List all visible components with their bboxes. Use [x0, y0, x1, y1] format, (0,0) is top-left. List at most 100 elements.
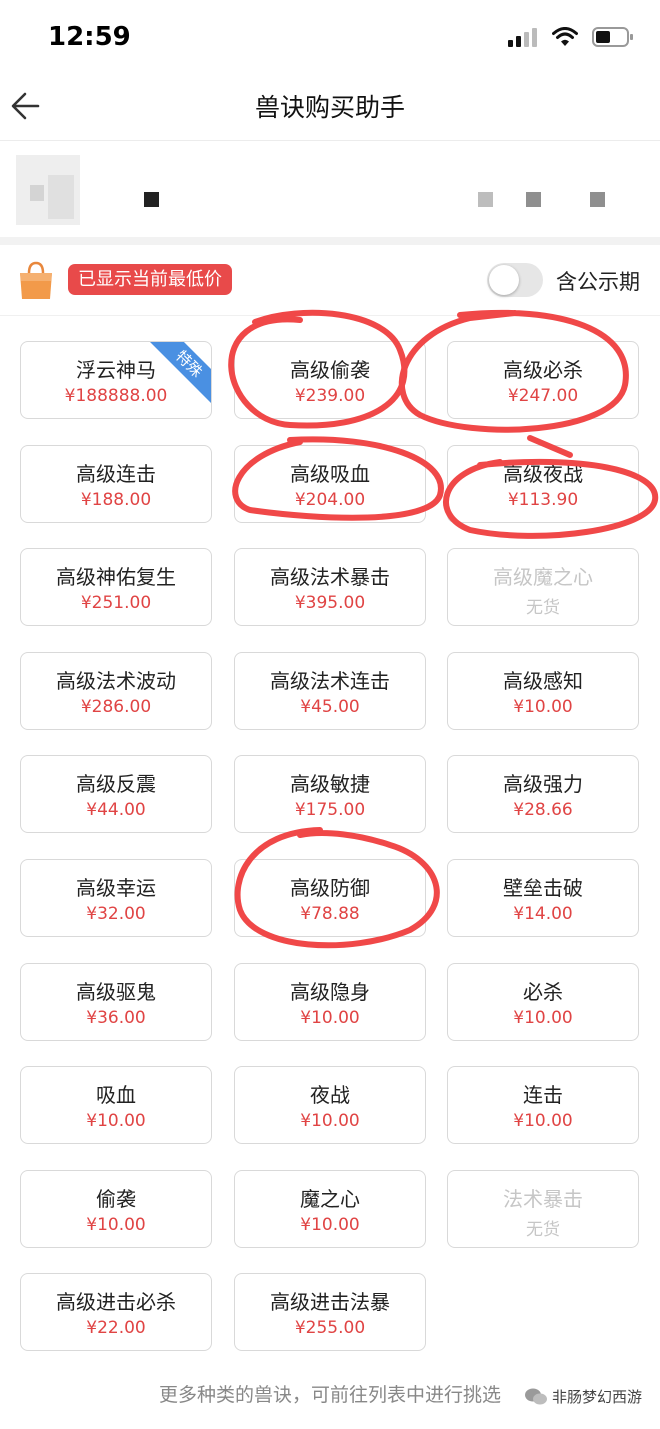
- skill-book-name: 高级必杀: [503, 358, 583, 382]
- skill-book-price: ¥78.88: [300, 904, 360, 924]
- skill-book-name: 高级强力: [503, 772, 583, 796]
- skill-book-card[interactable]: 高级强力 ¥28.66: [447, 755, 639, 833]
- skill-book-name: 高级隐身: [290, 980, 370, 1004]
- public-period-label: 含公示期: [556, 270, 640, 294]
- skill-book-card[interactable]: 魔之心 ¥10.00: [234, 1170, 426, 1248]
- skill-book-name: 夜战: [310, 1083, 350, 1107]
- skill-book-card[interactable]: 高级隐身 ¥10.00: [234, 963, 426, 1041]
- skill-book-price: ¥10.00: [86, 1111, 146, 1131]
- skill-book-card[interactable]: 高级法术连击 ¥45.00: [234, 652, 426, 730]
- skill-book-price: ¥22.00: [86, 1318, 146, 1338]
- status-icons: [508, 26, 634, 48]
- skill-book-name: 高级进击法暴: [270, 1290, 390, 1314]
- user-info-strip: [0, 141, 660, 237]
- skill-book-price: ¥204.00: [294, 490, 366, 510]
- skill-book-price: ¥10.00: [513, 1008, 573, 1028]
- skill-book-price: 无货: [526, 598, 560, 618]
- watermark-text: 非肠梦幻西游: [551, 1388, 642, 1406]
- skill-book-name: 魔之心: [300, 1187, 360, 1211]
- skill-book-card[interactable]: 高级敏捷 ¥175.00: [234, 755, 426, 833]
- skill-book-card[interactable]: 高级防御 ¥78.88: [234, 859, 426, 937]
- skill-book-price: ¥14.00: [513, 904, 573, 924]
- skill-book-name: 高级驱鬼: [76, 980, 156, 1004]
- public-period-toggle[interactable]: [487, 263, 543, 297]
- skill-book-price: ¥10.00: [300, 1215, 360, 1235]
- page-title: 兽诀购买助手: [254, 93, 405, 122]
- skill-book-name: 高级敏捷: [290, 772, 370, 796]
- skill-book-card[interactable]: 高级连击 ¥188.00: [20, 445, 212, 523]
- skill-book-name: 高级感知: [503, 669, 583, 693]
- status-time: 12:59: [48, 22, 131, 52]
- skill-book-card[interactable]: 必杀 ¥10.00: [447, 963, 639, 1041]
- skill-book-name: 高级神佑复生: [56, 565, 176, 589]
- skill-book-price: ¥286.00: [80, 697, 152, 717]
- skill-book-name: 法术暴击: [503, 1187, 583, 1211]
- avatar: [16, 155, 80, 225]
- skill-book-price: ¥44.00: [86, 800, 146, 820]
- skill-book-name: 高级夜战: [503, 462, 583, 486]
- skill-book-price: ¥10.00: [300, 1111, 360, 1131]
- skill-book-name: 必杀: [523, 980, 563, 1004]
- skill-book-price: 无货: [526, 1220, 560, 1240]
- skill-book-name: 壁垒击破: [503, 876, 583, 900]
- skill-book-card[interactable]: 高级魔之心 无货: [447, 548, 639, 626]
- skill-book-price: ¥113.90: [507, 490, 579, 510]
- skill-book-name: 连击: [523, 1083, 563, 1107]
- info-row: 已显示当前最低价 含公示期: [0, 247, 660, 316]
- toggle-knob: [489, 265, 519, 295]
- skill-book-card[interactable]: 高级夜战 ¥113.90: [447, 445, 639, 523]
- skill-book-card[interactable]: 高级神佑复生 ¥251.00: [20, 548, 212, 626]
- skill-book-price: ¥10.00: [513, 1111, 573, 1131]
- skill-book-card[interactable]: 法术暴击 无货: [447, 1170, 639, 1248]
- skill-book-card[interactable]: 壁垒击破 ¥14.00: [447, 859, 639, 937]
- skill-book-card[interactable]: 高级法术波动 ¥286.00: [20, 652, 212, 730]
- skill-book-card[interactable]: 高级进击必杀 ¥22.00: [20, 1273, 212, 1351]
- skill-book-name: 高级连击: [76, 462, 156, 486]
- skill-book-price: ¥175.00: [294, 800, 366, 820]
- status-bar: 12:59: [0, 0, 660, 78]
- skill-book-price: ¥10.00: [300, 1008, 360, 1028]
- skill-book-name: 高级法术波动: [56, 669, 176, 693]
- skill-book-price: ¥255.00: [294, 1318, 366, 1338]
- skill-book-price: ¥395.00: [294, 593, 366, 613]
- nav-bar: 兽诀购买助手: [0, 78, 660, 141]
- skill-book-price: ¥32.00: [86, 904, 146, 924]
- skill-book-price: ¥247.00: [507, 386, 579, 406]
- skill-book-price: ¥251.00: [80, 593, 152, 613]
- skill-book-card[interactable]: 高级偷袭 ¥239.00: [234, 341, 426, 419]
- skill-book-name: 高级法术连击: [270, 669, 390, 693]
- battery-icon: [592, 27, 633, 47]
- skill-book-name: 吸血: [96, 1083, 136, 1107]
- skill-book-card[interactable]: 连击 ¥10.00: [447, 1066, 639, 1144]
- skill-book-card[interactable]: 高级吸血 ¥204.00: [234, 445, 426, 523]
- skill-book-card[interactable]: 浮云神马 ¥188888.00 特殊: [20, 341, 212, 419]
- redacted-block: [144, 192, 159, 207]
- redacted-block: [590, 192, 605, 207]
- watermark: 非肠梦幻西游: [524, 1386, 642, 1407]
- skill-book-price: ¥10.00: [513, 697, 573, 717]
- skill-book-card[interactable]: 高级法术暴击 ¥395.00: [234, 548, 426, 626]
- skill-book-name: 偷袭: [96, 1187, 136, 1211]
- skill-book-card[interactable]: 高级驱鬼 ¥36.00: [20, 963, 212, 1041]
- skill-book-card[interactable]: 吸血 ¥10.00: [20, 1066, 212, 1144]
- skill-book-price: ¥45.00: [300, 697, 360, 717]
- skill-book-card[interactable]: 高级进击法暴 ¥255.00: [234, 1273, 426, 1351]
- wifi-icon: [552, 27, 578, 46]
- redacted-block: [526, 192, 541, 207]
- skill-book-price: ¥10.00: [86, 1215, 146, 1235]
- shopping-bag-icon: [20, 261, 52, 299]
- skill-book-name: 高级防御: [290, 876, 370, 900]
- skill-book-price: ¥28.66: [513, 800, 573, 820]
- skill-book-card[interactable]: 偷袭 ¥10.00: [20, 1170, 212, 1248]
- skill-book-name: 高级反震: [76, 772, 156, 796]
- skill-book-price: ¥239.00: [294, 386, 366, 406]
- skill-book-card[interactable]: 高级必杀 ¥247.00: [447, 341, 639, 419]
- skill-book-card[interactable]: 夜战 ¥10.00: [234, 1066, 426, 1144]
- skill-book-card[interactable]: 高级感知 ¥10.00: [447, 652, 639, 730]
- skill-book-price: ¥36.00: [86, 1008, 146, 1028]
- wechat-icon: [524, 1388, 547, 1404]
- skill-book-card[interactable]: 高级反震 ¥44.00: [20, 755, 212, 833]
- skill-book-card[interactable]: 高级幸运 ¥32.00: [20, 859, 212, 937]
- skill-book-name: 高级吸血: [290, 462, 370, 486]
- lowest-price-badge: 已显示当前最低价: [68, 264, 232, 295]
